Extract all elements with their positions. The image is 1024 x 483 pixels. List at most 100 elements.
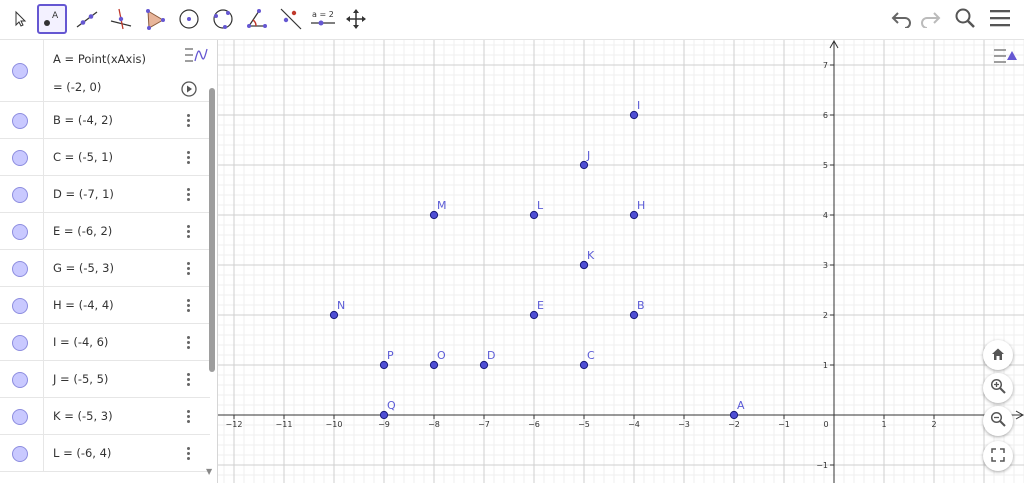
more-options-icon[interactable] <box>184 336 192 349</box>
point-K[interactable] <box>579 260 589 270</box>
algebra-row[interactable]: B = (-4, 2) <box>0 102 210 139</box>
algebra-row[interactable]: I = (-4, 6) <box>0 324 210 361</box>
point-B[interactable] <box>629 310 639 320</box>
circle-center-tool-button[interactable] <box>174 4 204 34</box>
line-tool-button[interactable] <box>72 4 102 34</box>
graphics-canvas[interactable]: −12 −11 −10 −9 −8 −7 −6 −5 −4 −3 −2 −1 0 1 27654321−1A… <box>218 39 1024 483</box>
algebra-row[interactable]: H = (-4, 4) <box>0 287 210 324</box>
visibility-toggle[interactable] <box>12 298 28 314</box>
home-icon <box>991 346 1005 365</box>
visibility-toggle[interactable] <box>12 63 28 79</box>
zoom-in-button[interactable] <box>983 373 1013 403</box>
y-tick-label: 6 <box>823 111 828 120</box>
algebra-row[interactable]: K = (-5, 3) <box>0 398 210 435</box>
more-options-icon[interactable] <box>184 447 192 460</box>
move-tool-button[interactable] <box>5 4 35 34</box>
visibility-toggle[interactable] <box>12 187 28 203</box>
algebra-row[interactable]: C = (-5, 1) <box>0 139 210 176</box>
visibility-toggle[interactable] <box>12 224 28 240</box>
more-options-icon[interactable] <box>184 225 192 238</box>
redo-button[interactable] <box>915 5 945 35</box>
algebra-row[interactable]: E = (-6, 2) <box>0 213 210 250</box>
algebra-row[interactable]: L = (-6, 4) <box>0 435 210 472</box>
polygon-icon <box>143 7 167 31</box>
y-tick-label: 4 <box>823 211 828 220</box>
main-menu-button[interactable] <box>985 5 1015 35</box>
algebra-description-toggle-icon[interactable] <box>183 46 209 68</box>
more-options-icon[interactable] <box>184 299 192 312</box>
algebra-item-text: C = (-5, 1) <box>53 150 114 164</box>
more-options-icon[interactable] <box>184 188 192 201</box>
point-O[interactable] <box>429 360 439 370</box>
point-J[interactable] <box>579 160 589 170</box>
visibility-toggle[interactable] <box>12 335 28 351</box>
circle-three-points-icon <box>211 7 235 31</box>
algebra-item-text: H = (-4, 4) <box>53 298 114 312</box>
reflect-icon <box>279 7 303 31</box>
more-options-icon[interactable] <box>184 373 192 386</box>
point-label-D: D <box>487 349 495 362</box>
point-Q[interactable] <box>379 410 389 420</box>
x-tick-label: −12 <box>226 420 243 429</box>
point-M[interactable] <box>429 210 439 220</box>
more-options-icon[interactable] <box>184 151 192 164</box>
algebra-row[interactable]: J = (-5, 5) <box>0 361 210 398</box>
play-icon[interactable] <box>181 81 197 101</box>
point-label-I: I <box>637 99 640 112</box>
algebra-scrollbar[interactable] <box>209 88 215 372</box>
svg-text:a = 2: a = 2 <box>312 10 334 19</box>
algebra-row[interactable]: G = (-5, 3) <box>0 250 210 287</box>
point-H[interactable] <box>629 210 639 220</box>
circle-three-points-tool-button[interactable] <box>208 4 238 34</box>
visibility-toggle[interactable] <box>12 409 28 425</box>
menu-icon <box>989 8 1011 32</box>
more-options-icon[interactable] <box>184 410 192 423</box>
fullscreen-button[interactable] <box>983 441 1013 471</box>
algebra-item-text: D = (-7, 1) <box>53 187 114 201</box>
reflect-tool-button[interactable] <box>276 4 306 34</box>
point-label-P: P <box>387 349 394 362</box>
graphics-view[interactable]: −12 −11 −10 −9 −8 −7 −6 −5 −4 −3 −2 −1 0 1 2 7 6 5 4 3 2 1 −1 A… <box>218 39 1024 483</box>
standard-view-button[interactable] <box>983 340 1013 370</box>
search-icon <box>954 7 976 33</box>
x-tick-label: −8 <box>428 420 440 429</box>
more-options-icon[interactable] <box>184 262 192 275</box>
marble-cell <box>0 102 44 138</box>
point-P[interactable] <box>379 360 389 370</box>
graphics-style-bar-icon[interactable] <box>992 46 1018 70</box>
point-L[interactable] <box>529 210 539 220</box>
visibility-toggle[interactable] <box>12 372 28 388</box>
move-graphics-view-tool-button[interactable] <box>341 4 371 34</box>
polygon-tool-button[interactable] <box>140 4 170 34</box>
marble-cell <box>0 435 44 471</box>
visibility-toggle[interactable] <box>12 261 28 277</box>
slider-tool-button[interactable]: a = 2 <box>308 4 338 34</box>
point-A[interactable] <box>729 410 739 420</box>
visibility-toggle[interactable] <box>12 150 28 166</box>
more-options-icon[interactable] <box>184 114 192 127</box>
geogebra-app: A a = 2 A = Point(xAxis) = (-2, 0) B = (… <box>0 0 1024 483</box>
fullscreen-icon <box>991 447 1005 466</box>
x-tick-label: −3 <box>678 420 690 429</box>
point-I[interactable] <box>629 110 639 120</box>
algebra-row-a[interactable]: A = Point(xAxis) = (-2, 0) <box>0 40 210 102</box>
x-tick-label: 0 <box>823 420 828 429</box>
angle-tool-button[interactable] <box>242 4 272 34</box>
algebra-row[interactable]: D = (-7, 1) <box>0 176 210 213</box>
scroll-down-icon[interactable]: ▼ <box>206 467 212 476</box>
marble-cell <box>0 40 44 101</box>
visibility-toggle[interactable] <box>12 113 28 129</box>
x-tick-label: −9 <box>378 420 390 429</box>
visibility-toggle[interactable] <box>12 446 28 462</box>
point-D[interactable] <box>479 360 489 370</box>
algebra-view: A = Point(xAxis) = (-2, 0) B = (-4, 2) C … <box>0 40 218 483</box>
perpendicular-tool-button[interactable] <box>106 4 136 34</box>
search-button[interactable] <box>950 5 980 35</box>
point-tool-button[interactable]: A <box>37 4 67 34</box>
undo-button[interactable] <box>887 5 917 35</box>
point-C[interactable] <box>579 360 589 370</box>
point-label-E: E <box>537 299 544 312</box>
zoom-out-button[interactable] <box>983 406 1013 436</box>
point-E[interactable] <box>529 310 539 320</box>
point-N[interactable] <box>329 310 339 320</box>
